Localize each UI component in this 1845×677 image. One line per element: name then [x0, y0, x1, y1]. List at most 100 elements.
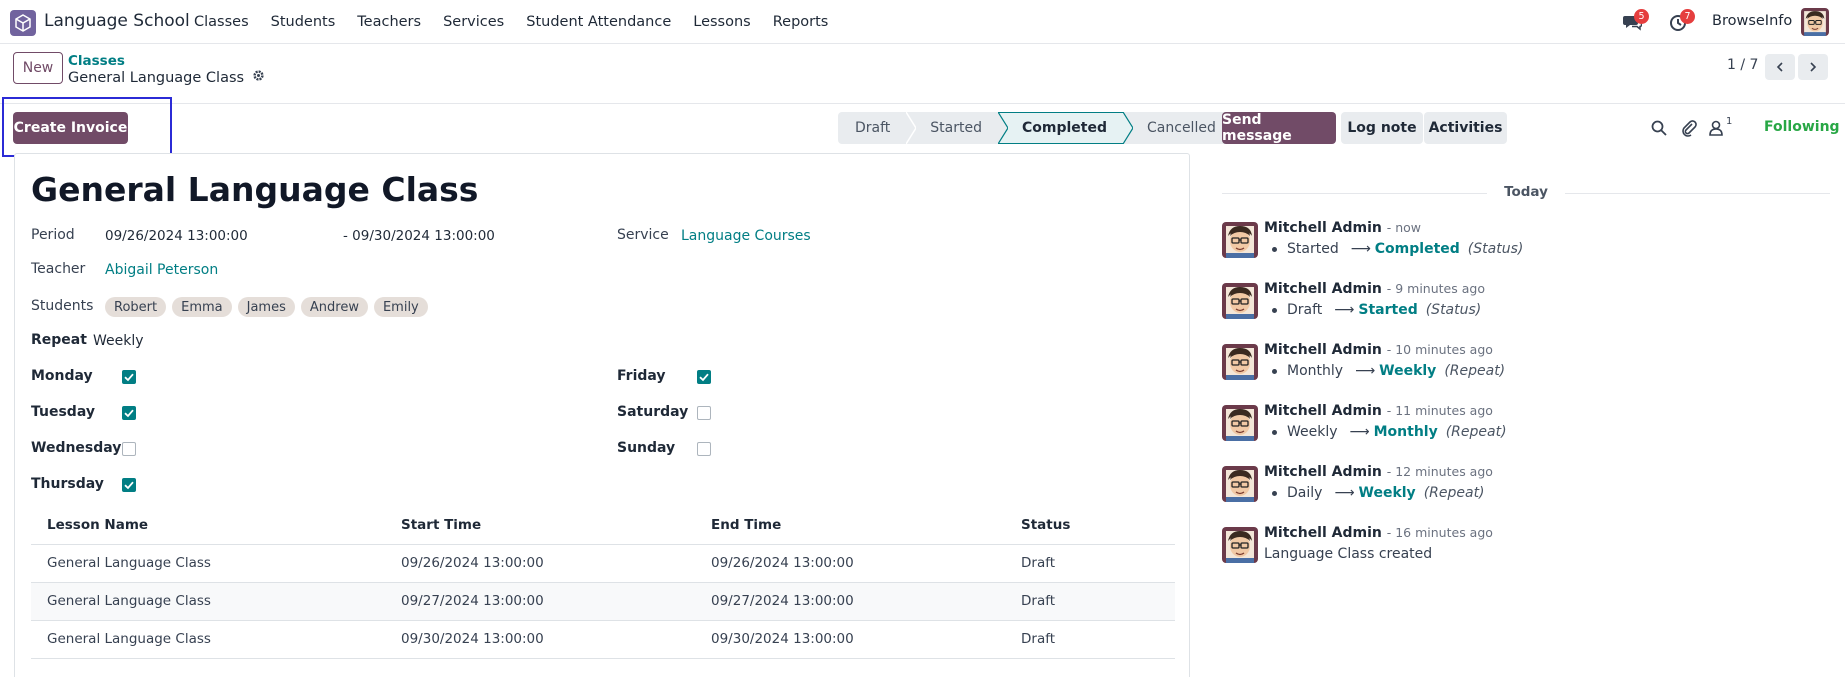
author-name[interactable]: Mitchell Admin	[1264, 220, 1382, 236]
column-header-lesson-name[interactable]: Lesson Name	[31, 506, 385, 545]
checkmark-icon	[124, 409, 134, 418]
table-header-row: Lesson Name Start Time End Time Status	[31, 506, 1175, 545]
author-avatar[interactable]	[1222, 283, 1258, 319]
student-tag[interactable]: Emily	[373, 297, 428, 317]
chatter-message[interactable]: Mitchell Admin - 10 minutes ago Monthly …	[1222, 342, 1822, 394]
pager-value[interactable]: 1 / 7	[1727, 57, 1758, 73]
stage-draft[interactable]: Draft	[838, 112, 917, 144]
friday-checkbox[interactable]	[697, 370, 711, 384]
message-time: - 12 minutes ago	[1386, 464, 1493, 479]
user-avatar[interactable]	[1801, 8, 1829, 36]
bullet-icon	[1272, 246, 1277, 252]
messages-icon[interactable]: 5	[1622, 9, 1649, 32]
record-title[interactable]: General Language Class	[31, 170, 478, 209]
chevron-left-icon	[1776, 62, 1783, 72]
bullet-icon	[1272, 429, 1277, 435]
sunday-checkbox[interactable]	[697, 442, 711, 456]
table-row[interactable]: General Language Class 09/30/2024 13:00:…	[31, 620, 1175, 659]
send-message-button[interactable]: Send message	[1222, 112, 1336, 144]
app-logo-icon[interactable]	[10, 10, 36, 36]
student-tag[interactable]: Andrew	[300, 297, 368, 317]
author-avatar[interactable]	[1222, 222, 1258, 258]
menu-reports[interactable]: Reports	[773, 14, 829, 30]
app-name[interactable]: Language School	[44, 11, 190, 31]
cell-start-time: 09/26/2024 13:00:00	[385, 544, 695, 583]
gear-icon[interactable]	[252, 69, 265, 86]
author-name[interactable]: Mitchell Admin	[1264, 342, 1382, 358]
pager-previous-button[interactable]	[1765, 54, 1795, 80]
message-author: Mitchell Admin - now	[1264, 220, 1421, 236]
pager-next-button[interactable]	[1798, 54, 1828, 80]
column-header-end-time[interactable]: End Time	[695, 506, 1005, 545]
arrow-right-icon: ⟶	[1334, 302, 1355, 318]
stage-completed[interactable]: Completed	[998, 112, 1134, 144]
stage-draft-label: Draft	[855, 120, 891, 136]
teacher-field[interactable]: Abigail Peterson	[105, 262, 218, 278]
author-avatar[interactable]	[1222, 344, 1258, 380]
student-tag[interactable]: Robert	[105, 297, 167, 317]
author-name[interactable]: Mitchell Admin	[1264, 403, 1382, 419]
create-invoice-button[interactable]: Create Invoice	[13, 112, 128, 144]
students-label: Students	[31, 298, 94, 314]
activities-button[interactable]: Activities	[1424, 112, 1507, 144]
menu-teachers[interactable]: Teachers	[357, 14, 421, 30]
tracking-change: Monthly ⟶ Weekly (Repeat)	[1264, 363, 1505, 379]
student-tag[interactable]: James	[237, 297, 295, 317]
column-header-start-time[interactable]: Start Time	[385, 506, 695, 545]
checkmark-icon	[124, 481, 134, 490]
menu-lessons[interactable]: Lessons	[693, 14, 750, 30]
stage-started[interactable]: Started	[906, 112, 1008, 144]
message-author: Mitchell Admin - 11 minutes ago	[1264, 403, 1493, 419]
new-button[interactable]: New	[13, 52, 63, 84]
chatter-message[interactable]: Mitchell Admin - 9 minutes ago Draft ⟶ S…	[1222, 281, 1822, 333]
thursday-checkbox[interactable]	[122, 478, 136, 492]
cell-lesson-name: General Language Class	[31, 620, 385, 659]
student-tag[interactable]: Emma	[172, 297, 232, 317]
menu-student-attendance[interactable]: Student Attendance	[526, 14, 671, 30]
period-start-field[interactable]: 09/26/2024 13:00:00	[105, 228, 248, 244]
author-name[interactable]: Mitchell Admin	[1264, 464, 1382, 480]
stage-cancelled[interactable]: Cancelled	[1123, 112, 1234, 144]
wednesday-checkbox[interactable]	[122, 442, 136, 456]
thursday-label: Thursday	[31, 476, 104, 492]
students-tags[interactable]: Robert Emma James Andrew Emily	[105, 297, 428, 317]
author-name[interactable]: Mitchell Admin	[1264, 525, 1382, 541]
table-row[interactable]: General Language Class 09/27/2024 13:00:…	[31, 582, 1175, 621]
column-header-status[interactable]: Status	[1005, 506, 1175, 545]
table-row[interactable]: General Language Class 09/26/2024 13:00:…	[31, 544, 1175, 583]
repeat-field[interactable]: Weekly	[93, 333, 144, 349]
tracking-change: Draft ⟶ Started (Status)	[1264, 302, 1481, 318]
log-note-button[interactable]: Log note	[1341, 112, 1423, 144]
chatter-message[interactable]: Mitchell Admin - now Started ⟶ Completed…	[1222, 220, 1822, 272]
menu-classes[interactable]: Classes	[194, 14, 249, 30]
author-name[interactable]: Mitchell Admin	[1264, 281, 1382, 297]
author-avatar[interactable]	[1222, 527, 1258, 563]
activities-clock-icon[interactable]: 7	[1668, 9, 1695, 32]
cell-start-time: 09/30/2024 13:00:00	[385, 620, 695, 659]
bullet-icon	[1272, 307, 1277, 313]
followers-icon[interactable]	[1707, 119, 1725, 137]
tracking-change: Started ⟶ Completed (Status)	[1264, 241, 1523, 257]
saturday-checkbox[interactable]	[697, 406, 711, 420]
tracked-field: (Status)	[1467, 241, 1524, 257]
control-panel: New Classes General Language Class 1 / 7	[0, 44, 1845, 104]
company-switcher[interactable]: BrowseInfo	[1712, 13, 1792, 29]
tuesday-checkbox[interactable]	[122, 406, 136, 420]
chatter-message[interactable]: Mitchell Admin - 16 minutes ago Language…	[1222, 525, 1822, 577]
author-avatar[interactable]	[1222, 405, 1258, 441]
breadcrumb-classes[interactable]: Classes	[68, 53, 125, 69]
chatter-message[interactable]: Mitchell Admin - 12 minutes ago Daily ⟶ …	[1222, 464, 1822, 516]
following-button[interactable]: Following	[1764, 119, 1840, 135]
search-icon[interactable]	[1650, 119, 1668, 137]
monday-checkbox[interactable]	[122, 370, 136, 384]
menu-services[interactable]: Services	[443, 14, 504, 30]
chatter-message[interactable]: Mitchell Admin - 11 minutes ago Weekly ⟶…	[1222, 403, 1822, 455]
paperclip-icon[interactable]	[1680, 119, 1698, 137]
cell-status: Draft	[1005, 620, 1175, 659]
lessons-table: Lesson Name Start Time End Time Status G…	[31, 506, 1175, 659]
form-sheet: General Language Class Period 09/26/2024…	[14, 153, 1190, 677]
author-avatar[interactable]	[1222, 466, 1258, 502]
menu-students[interactable]: Students	[271, 14, 336, 30]
service-field[interactable]: Language Courses	[681, 228, 811, 244]
period-end-field[interactable]: - 09/30/2024 13:00:00	[343, 228, 495, 244]
